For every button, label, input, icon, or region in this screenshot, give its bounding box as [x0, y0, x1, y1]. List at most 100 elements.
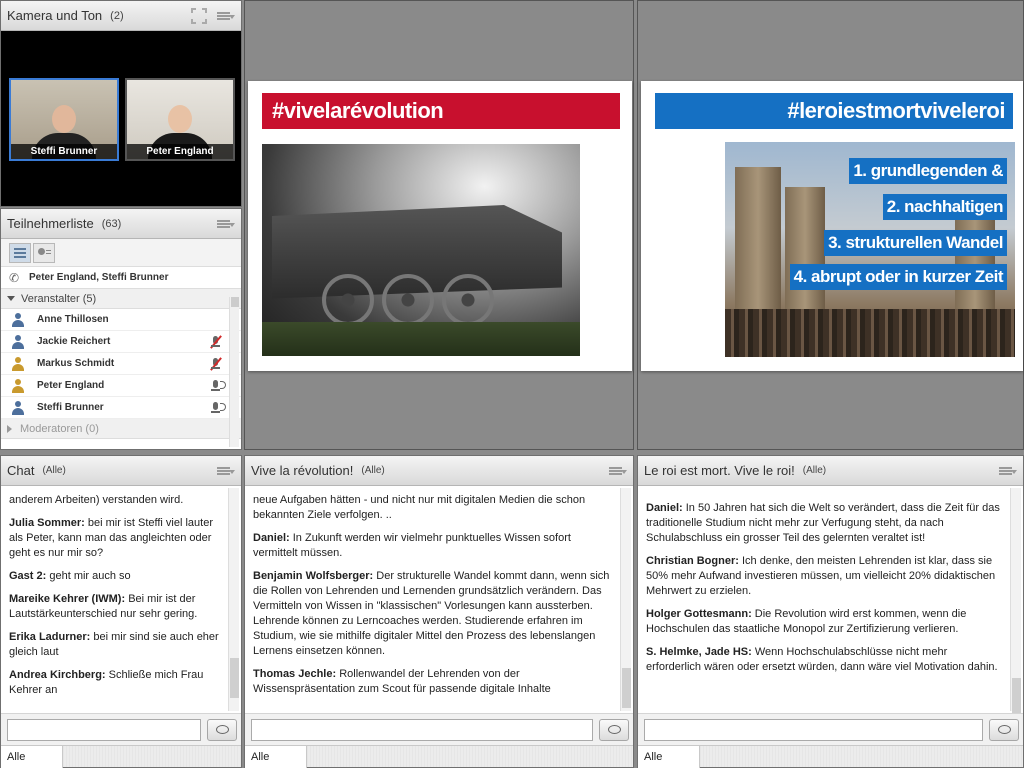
chat-pod: Vive la révolution! (Alle) neue Aufgaben… [244, 455, 634, 768]
group-presenters[interactable]: Moderatoren (0) [1, 419, 241, 439]
chat-pod-title: Vive la révolution! [251, 463, 354, 478]
share-pod-right: #leroiestmortviveleroi 1. grundlegenden … [637, 0, 1024, 450]
chat-tab-all[interactable]: Alle [245, 746, 307, 768]
chat-scope: (Alle) [42, 465, 66, 476]
chat-message: Holger Gottesmann: Die Revolution wird e… [646, 608, 967, 635]
participants-scrollbar[interactable] [229, 297, 239, 447]
user-icon [11, 400, 25, 415]
view-toggle [1, 239, 241, 267]
group-hosts[interactable]: Veranstalter (5) [1, 289, 241, 309]
chat-message: Erika Ladurner: bei mir sind sie auch eh… [9, 631, 219, 658]
video-name-label: Steffi Brunner [11, 144, 117, 159]
participants-pod-header: Teilnehmerliste (63) [1, 209, 241, 239]
chat-scope: (Alle) [802, 465, 827, 476]
pod-menu-icon[interactable] [609, 466, 627, 476]
mic-muted-icon [209, 334, 223, 349]
attendee-row[interactable]: Jackie Reichert [1, 331, 241, 353]
camera-pod-header: Kamera und Ton (2) [1, 1, 241, 31]
chat-messages: anderem Arbeiten) verstanden wird. Julia… [1, 487, 227, 713]
slide-point: 1. grundlegenden & [849, 158, 1007, 184]
chat-input-row [1, 713, 241, 745]
pod-menu-icon[interactable] [217, 219, 235, 229]
attendee-row[interactable]: Steffi Brunner [1, 397, 241, 419]
chat-pod: Le roi est mort. Vive le roi! (Alle) Dan… [637, 455, 1024, 768]
pod-menu-icon[interactable] [217, 11, 235, 21]
chat-message: neue Aufgaben hätten - und nicht nur mit… [253, 494, 586, 521]
chat-message: Benjamin Wolfsberger: Der strukturelle W… [253, 570, 610, 657]
camera-count: (2) [110, 9, 124, 22]
collapse-triangle-icon [7, 296, 15, 301]
user-icon [11, 378, 25, 393]
user-icon [11, 334, 25, 349]
chat-scrollbar[interactable] [620, 488, 631, 711]
group-presenters-label: Moderatoren (0) [20, 422, 99, 435]
pod-menu-icon[interactable] [217, 466, 235, 476]
attendee-name: Markus Schmidt [37, 358, 115, 369]
video-area: Steffi Brunner Peter England [1, 31, 241, 206]
attendee-row[interactable]: Anne Thillosen [1, 309, 241, 331]
speech-bubble-icon [608, 724, 621, 734]
mic-muted-icon [209, 356, 223, 371]
send-button[interactable] [989, 718, 1019, 741]
slide-point: 3. strukturellen Wandel [824, 230, 1007, 256]
list-view-icon[interactable] [9, 242, 31, 263]
active-speakers-text: Peter England, Steffi Brunner [29, 272, 169, 283]
chat-messages: neue Aufgaben hätten - und nicht nur mit… [245, 487, 619, 713]
fullscreen-icon[interactable] [191, 7, 207, 24]
attendee-view-icon[interactable] [33, 242, 55, 263]
send-button[interactable] [599, 718, 629, 741]
attendee-name: Jackie Reichert [37, 336, 111, 347]
chat-tab-all[interactable]: Alle [638, 746, 700, 768]
chat-message: Mareike Kehrer (IWM): Bei mir ist der La… [9, 593, 198, 620]
chat-input[interactable] [7, 718, 201, 741]
chat-pod: Chat (Alle) anderem Arbeiten) verstanden… [0, 455, 242, 768]
video-feed[interactable]: Steffi Brunner [9, 78, 119, 161]
chat-message: Daniel: In Zukunft werden wir vielmehr p… [253, 532, 571, 559]
chat-input[interactable] [251, 718, 593, 741]
chat-input-row [245, 713, 633, 745]
chat-message: Daniel: In 50 Jahren hat sich die Welt s… [646, 502, 1000, 544]
slide-banner: #leroiestmortviveleroi [655, 93, 1013, 129]
phone-icon: ✆ [9, 270, 20, 285]
chat-pod-title: Chat [7, 463, 35, 478]
chat-input-row [638, 713, 1023, 745]
chat-scrollbar[interactable] [228, 488, 239, 711]
video-name-label: Peter England [127, 144, 233, 159]
chat-scrollbar[interactable] [1010, 488, 1021, 718]
chat-pod-header: Vive la révolution! (Alle) [245, 456, 633, 486]
speech-bubble-icon [216, 724, 229, 734]
speech-bubble-icon [998, 724, 1011, 734]
attendee-name: Steffi Brunner [37, 402, 104, 413]
locomotive-image [262, 144, 580, 356]
attendee-row[interactable]: Peter England [1, 375, 241, 397]
slide-point: 4. abrupt oder in kurzer Zeit [789, 264, 1007, 290]
slide: #leroiestmortviveleroi 1. grundlegenden … [641, 81, 1023, 371]
chat-message: Thomas Jechle: Rollenwandel der Lehrende… [253, 668, 551, 695]
chat-tab-all[interactable]: Alle [1, 746, 63, 768]
attendee-row[interactable]: Markus Schmidt [1, 353, 241, 375]
chat-footer: Alle [245, 745, 633, 768]
chat-message: Julia Sommer: bei mir ist Steffi viel la… [9, 517, 213, 559]
video-feed[interactable]: Peter England [125, 78, 235, 161]
chat-message: Christian Bogner: Ich denke, den meisten… [646, 555, 996, 597]
slide-point: 2. nachhaltigen [882, 194, 1007, 220]
chat-scope: (Alle) [361, 465, 385, 476]
chat-input[interactable] [644, 718, 983, 741]
chat-pod-title: Le roi est mort. Vive le roi! [644, 463, 795, 478]
slide: #vivelarévolution [248, 81, 632, 371]
chat-message: Gast 2: geht mir auch so [9, 570, 131, 582]
chat-message: anderem Arbeiten) verstanden wird. [9, 494, 184, 506]
participants-pod: Teilnehmerliste (63) ✆ Peter England, St… [0, 208, 242, 450]
user-icon [11, 356, 25, 371]
user-icon [11, 312, 25, 327]
chat-pod-header: Chat (Alle) [1, 456, 241, 486]
participants-pod-title: Teilnehmerliste [7, 216, 94, 231]
mic-active-icon [209, 379, 226, 393]
chat-message: Andrea Kirchberg: Schließe mich Frau Keh… [9, 669, 204, 696]
chat-pod-header: Le roi est mort. Vive le roi! (Alle) [638, 456, 1023, 486]
camera-pod: Kamera und Ton (2) Steffi Brunner Peter … [0, 0, 242, 207]
pod-menu-icon[interactable] [999, 466, 1017, 476]
send-button[interactable] [207, 718, 237, 741]
attendee-name: Peter England [37, 380, 105, 391]
group-hosts-label: Veranstalter (5) [21, 292, 97, 305]
